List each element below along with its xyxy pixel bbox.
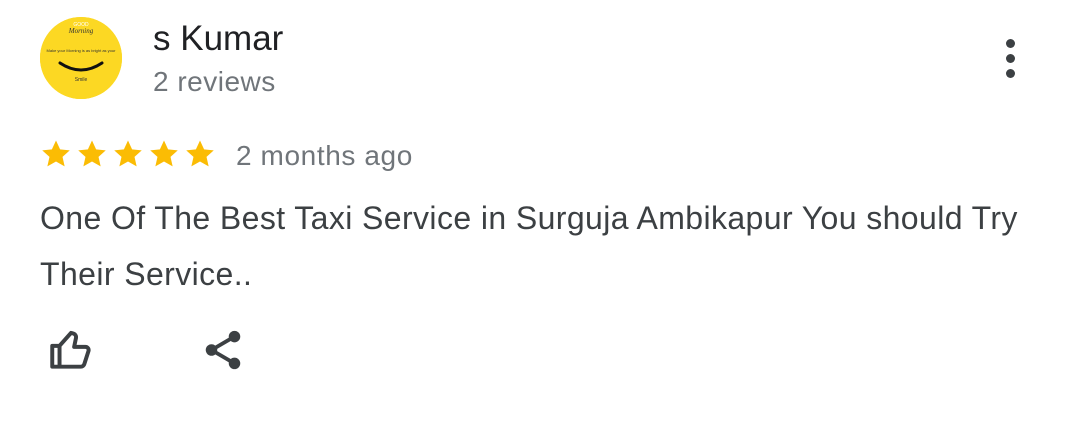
avatar-image: GOOD Morning Make your Morning is as bri… <box>40 17 122 99</box>
review-count: 2 reviews <box>153 66 276 97</box>
avatar-text-morning: Morning <box>68 27 94 35</box>
more-options-button[interactable] <box>990 33 1030 83</box>
star-icon <box>111 137 145 171</box>
star-icon <box>39 137 73 171</box>
share-button[interactable] <box>195 322 251 378</box>
avatar-text-smile: Smile <box>75 77 88 83</box>
review-text: One Of The Best Taxi Service in Surguja … <box>40 200 1018 292</box>
like-button[interactable] <box>43 322 99 378</box>
more-vert-icon <box>1005 38 1015 48</box>
star-icon <box>147 137 181 171</box>
thumb-up-outline-icon <box>50 330 91 369</box>
share-icon <box>205 330 241 370</box>
star-rating <box>39 137 217 171</box>
more-vert-icon-dot <box>1005 53 1015 63</box>
star-icon <box>75 137 109 171</box>
star-icon <box>183 137 217 171</box>
avatar-text-middle: Make your Morning is as bright as your <box>47 48 117 53</box>
review-card: GOOD Morning Make your Morning is as bri… <box>0 0 1080 423</box>
review-date: 2 months ago <box>236 140 413 171</box>
more-vert-icon-dot <box>1005 68 1015 78</box>
avatar[interactable]: GOOD Morning Make your Morning is as bri… <box>40 17 122 99</box>
author-name[interactable]: s Kumar <box>153 18 283 60</box>
